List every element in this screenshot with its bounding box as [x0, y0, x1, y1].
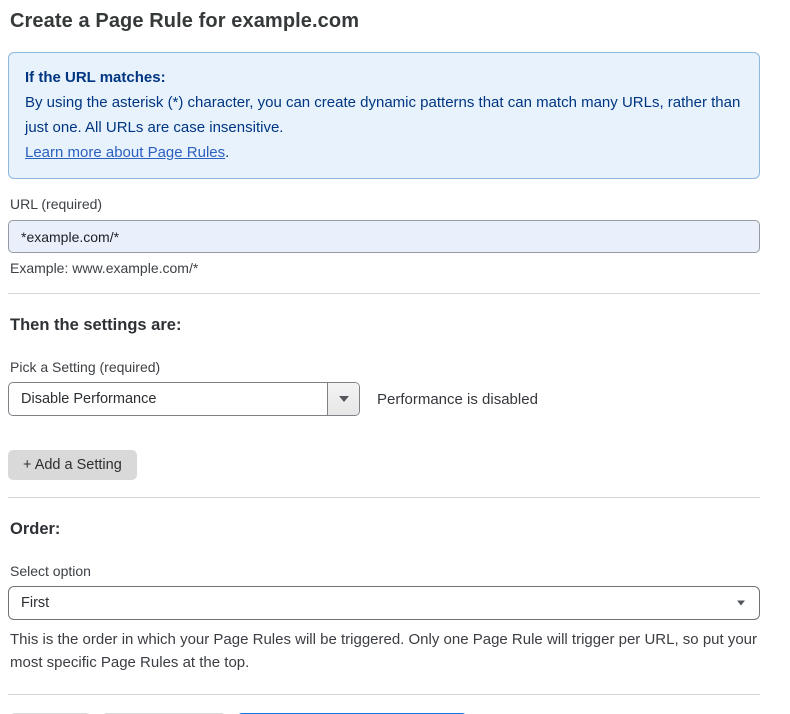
setting-row: Disable Performance Performance is disab…	[8, 382, 760, 416]
url-example-text: Example: www.example.com/*	[10, 260, 758, 276]
info-box-heading: If the URL matches:	[25, 65, 743, 90]
info-box-body: By using the asterisk (*) character, you…	[25, 90, 743, 140]
divider	[8, 694, 760, 695]
divider	[8, 293, 760, 294]
setting-select-arrow-button[interactable]	[327, 383, 359, 415]
settings-section-heading: Then the settings are:	[10, 316, 758, 335]
url-field-label: URL (required)	[10, 196, 758, 212]
setting-status-text: Performance is disabled	[377, 391, 538, 408]
page-rule-form: Create a Page Rule for example.com If th…	[8, 10, 760, 714]
chevron-down-icon	[737, 601, 745, 606]
order-select[interactable]: First	[8, 586, 760, 620]
order-select-value: First	[21, 595, 49, 611]
order-select-label: Select option	[10, 563, 758, 579]
setting-select[interactable]: Disable Performance	[8, 382, 360, 416]
setting-select-value: Disable Performance	[9, 383, 327, 415]
pick-setting-label: Pick a Setting (required)	[10, 359, 758, 375]
divider	[8, 497, 760, 498]
add-setting-button[interactable]: + Add a Setting	[8, 450, 137, 480]
order-section-heading: Order:	[10, 520, 758, 539]
link-period: .	[225, 144, 229, 161]
page-title: Create a Page Rule for example.com	[10, 10, 760, 33]
info-box-link-line: Learn more about Page Rules.	[25, 140, 743, 165]
learn-more-link[interactable]: Learn more about Page Rules	[25, 144, 225, 161]
chevron-down-icon	[339, 396, 349, 402]
order-description: This is the order in which your Page Rul…	[10, 628, 758, 674]
url-input[interactable]	[8, 220, 760, 253]
url-match-info-box: If the URL matches: By using the asteris…	[8, 52, 760, 179]
